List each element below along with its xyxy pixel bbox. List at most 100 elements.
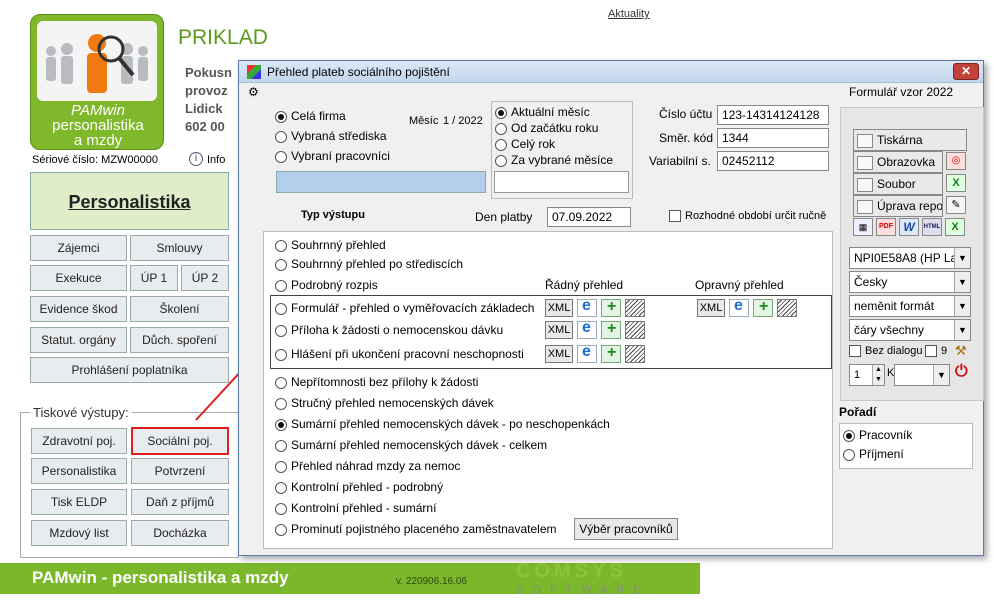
info-icon[interactable]: i (189, 152, 203, 166)
brush-icon[interactable]: ✎ (946, 196, 966, 214)
add-icon[interactable] (601, 320, 621, 339)
no-dialog-checkbox[interactable]: Bez dialogu (849, 345, 923, 358)
period-option-current[interactable]: Aktuální měsíc (495, 105, 590, 119)
scope-option-firm[interactable]: Celá firma (275, 109, 346, 123)
radio-icon[interactable] (275, 258, 287, 271)
statut-organy-button[interactable]: Statut. orgány (30, 327, 127, 353)
order-option-surname[interactable]: Příjmení (843, 447, 904, 461)
chevron-down-icon[interactable]: ▼ (954, 296, 970, 316)
radio-icon[interactable] (843, 448, 855, 461)
checkbox-icon[interactable] (669, 210, 681, 223)
radio-icon[interactable] (495, 154, 507, 167)
lines-select[interactable]: čáry všechny ▼ (849, 319, 971, 341)
settings-icon[interactable]: ⚙ (248, 85, 259, 99)
radio-icon[interactable] (275, 150, 287, 163)
report-wage-compensation[interactable]: Přehled náhrad mzdy za nemoc (275, 459, 460, 473)
report-absences[interactable]: Nepřítomnosti bez přílohy k žádosti (275, 375, 478, 389)
bank-code-input[interactable]: 1344 (717, 128, 829, 148)
report-sum-by-certificates[interactable]: Sumární přehled nemocenských dávek - po … (275, 417, 610, 431)
xml-button[interactable]: XML (545, 299, 573, 317)
radio-icon[interactable] (275, 324, 287, 337)
copies-unit-select[interactable]: ▼ (894, 364, 950, 386)
pay-date-input[interactable]: 07.09.2022 (547, 207, 631, 227)
radio-icon[interactable] (275, 523, 287, 536)
xml-button[interactable]: XML (545, 321, 573, 339)
report-summary[interactable]: Souhrnný přehled (275, 238, 386, 252)
browser-icon[interactable] (577, 343, 597, 363)
report-control-detailed[interactable]: Kontrolní přehled - podrobný (275, 480, 443, 494)
exekuce-button[interactable]: Exekuce (30, 265, 127, 291)
stack-icon[interactable] (777, 299, 797, 317)
copies-stepper[interactable]: 1 ▲ ▼ (849, 364, 885, 386)
printer-button[interactable]: Tiskárna (853, 129, 967, 151)
up1-button[interactable]: ÚP 1 (130, 265, 178, 291)
report-brief-sickness[interactable]: Stručný přehled nemocenských dávek (275, 396, 494, 410)
report-premium-waiver[interactable]: Prominutí pojistného placeného zaměstnav… (275, 522, 557, 536)
radio-icon[interactable] (275, 502, 287, 515)
close-button[interactable]: ✕ (953, 63, 979, 80)
potvrzeni-button[interactable]: Potvrzení (131, 458, 229, 484)
copies-checkbox[interactable]: 9 (925, 345, 947, 358)
checkbox-icon[interactable] (849, 345, 861, 358)
stack-icon[interactable] (625, 345, 645, 363)
report-sickness-attachment[interactable]: Příloha k žádosti o nemocenskou dávku (275, 323, 503, 337)
period-option-year[interactable]: Celý rok (495, 137, 555, 151)
manual-period-checkbox[interactable]: Rozhodné období určit ručně (669, 210, 826, 223)
radio-icon[interactable] (275, 418, 287, 431)
account-input[interactable]: 123-14314124128 (717, 105, 829, 125)
browser-icon[interactable] (577, 319, 597, 339)
chevron-down-icon[interactable]: ▼ (954, 272, 970, 292)
screen-options-icon[interactable]: ◎ (946, 152, 966, 170)
language-select[interactable]: Česky ▼ (849, 271, 971, 293)
radio-icon[interactable] (495, 122, 507, 135)
power-icon[interactable]: ⏻ (955, 363, 968, 381)
radio-icon[interactable] (275, 439, 287, 452)
table-icon[interactable]: ▦ (853, 218, 873, 236)
radio-icon[interactable] (275, 239, 287, 252)
browser-icon[interactable] (729, 297, 749, 317)
word-icon[interactable]: W (899, 218, 919, 236)
radio-icon[interactable] (275, 397, 287, 410)
dan-z-prijmu-button[interactable]: Daň z příjmů (131, 489, 229, 515)
printer-select[interactable]: NPI0E58A8 (HP Lase ▼ (849, 247, 971, 269)
aktuality-link[interactable]: Aktuality (608, 8, 650, 20)
chevron-down-icon[interactable]: ▼ (954, 248, 970, 268)
radio-icon[interactable] (275, 348, 287, 361)
radio-icon[interactable] (275, 130, 287, 143)
period-option-selected[interactable]: Za vybrané měsíce (495, 153, 613, 167)
report-end-incapacity[interactable]: Hlášení při ukončení pracovní neschopnos… (275, 347, 524, 361)
select-workers-button[interactable]: Výběr pracovníků (574, 518, 678, 540)
info-label[interactable]: Info (207, 154, 225, 166)
zajemci-button[interactable]: Zájemci (30, 235, 127, 261)
evidence-skod-button[interactable]: Evidence škod (30, 296, 127, 322)
zdravotni-poj-button[interactable]: Zdravotní poj. (31, 428, 127, 454)
radio-icon[interactable] (275, 279, 287, 292)
browser-icon[interactable] (577, 297, 597, 317)
skoleni-button[interactable]: Školení (130, 296, 229, 322)
chevron-down-icon[interactable]: ▼ (933, 365, 949, 385)
radio-icon[interactable] (843, 429, 855, 442)
report-sum-total[interactable]: Sumární přehled nemocenských dávek - cel… (275, 438, 547, 452)
mzdovy-list-button[interactable]: Mzdový list (31, 520, 127, 546)
excel-icon[interactable]: X (946, 174, 966, 192)
scope-selection-field[interactable] (276, 171, 486, 193)
radio-icon[interactable] (495, 138, 507, 151)
dochazka-button[interactable]: Docházka (131, 520, 229, 546)
variable-symbol-input[interactable]: 02452112 (717, 151, 829, 171)
selected-months-field[interactable] (494, 171, 629, 193)
edit-report-button[interactable]: Úprava repor (853, 195, 943, 217)
screen-button[interactable]: Obrazovka (853, 151, 943, 173)
spinner-arrows-icon[interactable]: ▲ ▼ (872, 365, 884, 385)
pdf-icon[interactable]: PDF (876, 218, 896, 236)
checkbox-icon[interactable] (925, 345, 937, 358)
add-icon[interactable] (601, 344, 621, 363)
personalistika-print-button[interactable]: Personalistika (31, 458, 127, 484)
radio-icon[interactable] (495, 106, 507, 119)
stack-icon[interactable] (625, 321, 645, 339)
scope-option-centres[interactable]: Vybraná střediska (275, 129, 387, 143)
scope-option-workers[interactable]: Vybraní pracovníci (275, 149, 390, 163)
file-button[interactable]: Soubor (853, 173, 943, 195)
socialni-poj-button[interactable]: Sociální poj. (131, 427, 229, 455)
html-icon[interactable]: HTML (922, 218, 942, 236)
personalistika-button[interactable]: Personalistika (30, 172, 229, 230)
